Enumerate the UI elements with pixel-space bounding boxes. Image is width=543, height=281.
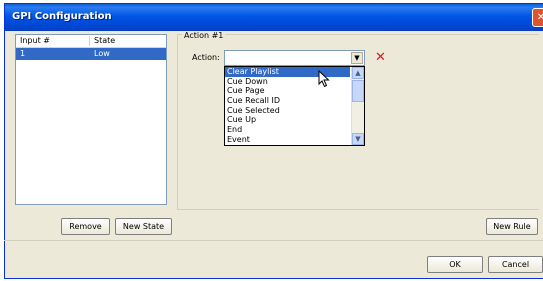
title-bar[interactable]: GPI Configuration ✕ (5, 4, 543, 31)
dropdown-option[interactable]: Clear Playlist (225, 67, 350, 77)
dropdown-scrollbar[interactable]: ▲ ▼ (351, 67, 364, 145)
scroll-up-icon[interactable]: ▲ (352, 67, 364, 79)
new-rule-button[interactable]: New Rule (486, 218, 538, 235)
action-group-legend: Action #1 (182, 31, 226, 40)
column-header-state[interactable]: State (94, 36, 115, 45)
new-state-button[interactable]: New State (115, 218, 172, 235)
dropdown-option[interactable]: Cue Recall ID (225, 96, 350, 106)
close-button[interactable]: ✕ (532, 8, 543, 27)
cancel-button[interactable]: Cancel (488, 256, 543, 273)
scroll-down-icon[interactable]: ▼ (352, 133, 364, 145)
action-dropdown-list[interactable]: Clear Playlist Cue Down Cue Page Cue Rec… (224, 66, 365, 146)
dropdown-option[interactable]: Cue Up (225, 115, 350, 125)
dropdown-option[interactable]: End (225, 125, 350, 135)
action-combobox[interactable]: ▼ (224, 50, 365, 66)
row-input-value: 1 (20, 49, 26, 58)
divider (4, 240, 543, 241)
list-header: Input # State (16, 35, 166, 48)
dropdown-option[interactable]: Event (225, 135, 350, 145)
ok-button[interactable]: OK (427, 256, 483, 273)
window-title: GPI Configuration (12, 11, 112, 22)
dropdown-arrow-icon[interactable]: ▼ (351, 52, 363, 64)
list-row[interactable]: 1 Low (16, 48, 166, 60)
row-state-value: Low (94, 49, 110, 58)
dropdown-option[interactable]: Cue Page (225, 86, 350, 96)
scrollbar-thumb[interactable] (352, 80, 364, 102)
delete-action-icon[interactable]: ✕ (375, 50, 386, 65)
mouse-pointer-icon (318, 70, 330, 88)
dropdown-option[interactable]: Cue Down (225, 77, 350, 87)
dropdown-option[interactable]: Cue Selected (225, 106, 350, 116)
remove-button[interactable]: Remove (61, 218, 110, 235)
column-header-input[interactable]: Input # (20, 36, 50, 45)
inputs-list[interactable]: Input # State 1 Low (15, 34, 167, 205)
column-separator[interactable] (89, 36, 90, 46)
action-label: Action: (192, 53, 220, 62)
